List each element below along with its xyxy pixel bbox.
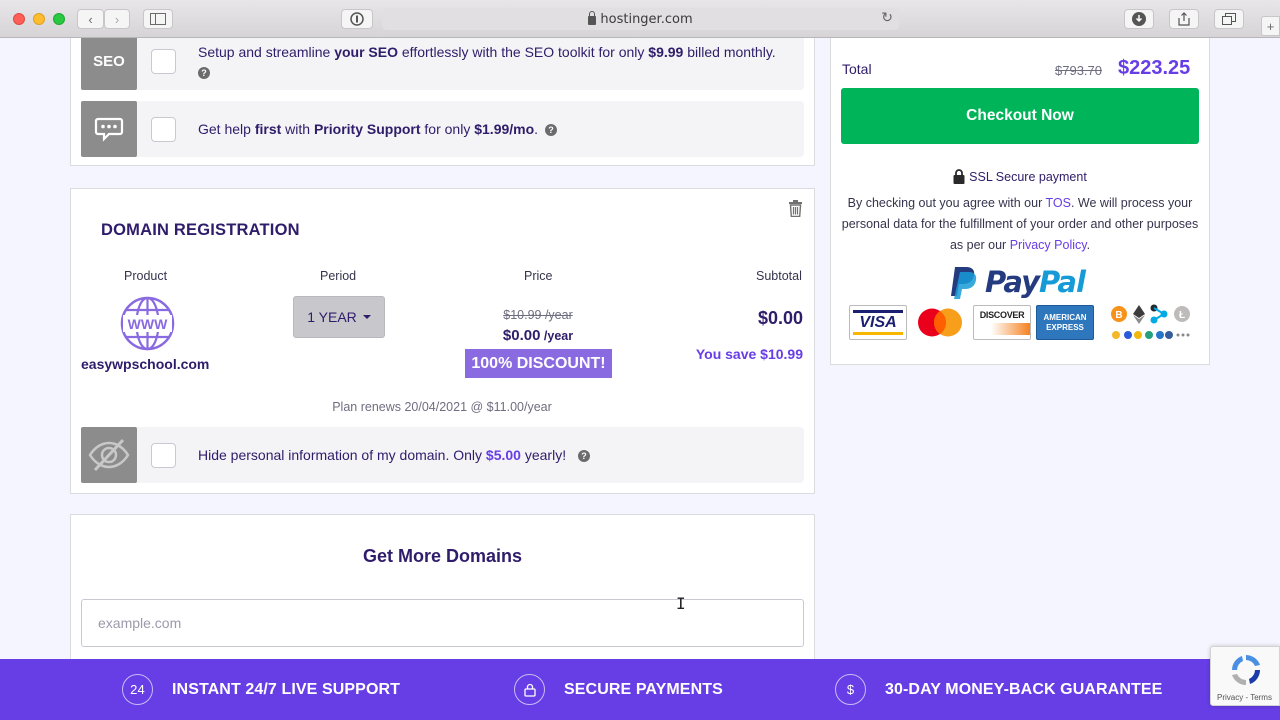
domain-privacy-row: Hide personal information of my domain. …	[81, 427, 804, 483]
price-column-header: Price	[524, 269, 553, 283]
discover-card-icon: DISCOVER	[973, 305, 1031, 340]
features-bar: 24 INSTANT 24/7 LIVE SUPPORT SECURE PAYM…	[0, 659, 1280, 720]
sidebar-toggle-button[interactable]	[143, 9, 173, 29]
secure-payments-feature: SECURE PAYMENTS	[514, 659, 723, 720]
tabs-icon	[1222, 13, 1236, 25]
sidebar-icon	[150, 13, 166, 25]
recaptcha-badge[interactable]: Privacy - Terms	[1210, 646, 1280, 706]
share-icon	[1178, 12, 1190, 26]
amex-card-icon: AMERICAN EXPRESS	[1036, 305, 1094, 340]
savings-text: You save $10.99	[695, 346, 803, 362]
total-price: $223.25	[1118, 57, 1191, 79]
checkout-now-button[interactable]: Checkout Now	[841, 88, 1199, 144]
globe-www-icon: WWW	[120, 296, 175, 356]
zoom-window-button[interactable]	[53, 13, 65, 25]
help-icon[interactable]: ?	[544, 124, 557, 137]
priority-support-checkbox[interactable]	[151, 116, 176, 142]
priority-support-text: Get help first with Priority Support for…	[198, 121, 557, 137]
forward-button[interactable]: ›	[104, 9, 130, 29]
svg-text:B: B	[1115, 310, 1122, 321]
domain-name: easywpschool.com	[81, 356, 210, 372]
tabs-overview-button[interactable]	[1214, 9, 1244, 29]
chevron-left-icon: ‹	[88, 11, 93, 27]
chat-support-icon	[81, 101, 137, 157]
checkout-page: SEO Setup and streamline your SEO effort…	[0, 38, 1280, 720]
period-value: 1 YEAR	[307, 309, 357, 325]
period-dropdown[interactable]: 1 YEAR	[293, 296, 385, 338]
seo-addon-checkbox[interactable]	[151, 49, 176, 74]
visa-card-icon: VISA	[849, 305, 907, 340]
reload-icon[interactable]: ↻	[881, 10, 893, 26]
domain-privacy-text: Hide personal information of my domain. …	[198, 447, 590, 463]
terms-notice: By checking out you agree with our TOS. …	[841, 196, 1199, 252]
live-support-feature: 24 INSTANT 24/7 LIVE SUPPORT	[122, 659, 400, 720]
ssl-secure-payment: SSL Secure payment	[830, 169, 1210, 184]
password-manager-button[interactable]	[341, 9, 373, 29]
seo-addon-text: Setup and streamline your SEO effortless…	[198, 43, 776, 79]
total-original-price: $793.70	[1055, 63, 1102, 78]
lock-icon	[514, 674, 545, 705]
password-icon	[350, 12, 364, 26]
total-label: Total	[842, 61, 872, 77]
mastercard-icon	[911, 305, 969, 340]
help-icon[interactable]: ?	[577, 450, 590, 463]
trash-icon[interactable]	[788, 200, 803, 222]
period-column-header: Period	[320, 269, 357, 283]
subtotal-column-header: Subtotal	[756, 269, 802, 283]
back-button[interactable]: ‹	[77, 9, 104, 29]
paypal-p-icon	[951, 267, 977, 299]
dollar-icon: $	[835, 674, 866, 705]
svg-text:WWW: WWW	[128, 316, 168, 332]
browser-toolbar: ‹ › hostinger.com ↻ +	[0, 0, 1280, 38]
paypal-logo: PayPal	[949, 265, 1086, 299]
domain-privacy-checkbox[interactable]	[151, 442, 176, 468]
clock-24-icon: 24	[122, 674, 153, 705]
download-icon	[1132, 12, 1146, 26]
domain-search-input[interactable]	[81, 599, 804, 647]
recaptcha-icon	[1232, 655, 1260, 685]
domain-subtotal: $0.00	[757, 308, 803, 328]
lock-icon	[588, 10, 597, 25]
minimize-window-button[interactable]	[33, 13, 45, 25]
domain-registration-title: DOMAIN REGISTRATION	[101, 221, 300, 239]
downloads-button[interactable]	[1124, 9, 1154, 29]
plus-icon: +	[1266, 18, 1275, 34]
new-tab-button[interactable]: +	[1261, 16, 1280, 36]
seo-icon: SEO	[81, 38, 137, 90]
get-more-domains-title: Get More Domains	[362, 546, 523, 566]
padlock-icon	[953, 169, 965, 184]
privacy-policy-link[interactable]: Privacy Policy	[1010, 238, 1087, 252]
priority-support-row: Get help first with Priority Support for…	[81, 101, 804, 157]
close-window-button[interactable]	[13, 13, 25, 25]
recaptcha-links[interactable]: Privacy - Terms	[1217, 693, 1272, 702]
url-text: hostinger.com	[600, 11, 693, 27]
discount-badge: 100% DISCOUNT!	[465, 349, 612, 378]
address-bar[interactable]: hostinger.com ↻	[382, 8, 899, 30]
share-button[interactable]	[1169, 9, 1199, 29]
tos-link[interactable]: TOS	[1045, 196, 1070, 210]
svg-text:Ł: Ł	[1179, 310, 1185, 321]
caret-down-icon	[362, 315, 371, 319]
seo-addon-row: SEO Setup and streamline your SEO effort…	[81, 38, 804, 90]
renewal-info: Plan renews 20/04/2021 @ $11.00/year	[332, 400, 552, 414]
crypto-payments-icon: B Ł	[1109, 304, 1193, 347]
eye-slash-icon	[81, 427, 137, 483]
text-cursor-icon: I	[676, 594, 686, 613]
product-column-header: Product	[124, 269, 168, 283]
discounted-price: $0.00 /year	[502, 327, 574, 344]
chevron-right-icon: ›	[114, 11, 120, 27]
money-back-feature: $ 30-DAY MONEY-BACK GUARANTEE	[835, 659, 1162, 720]
help-icon[interactable]: ?	[198, 66, 210, 79]
original-price: $10.99 /year	[503, 308, 573, 322]
